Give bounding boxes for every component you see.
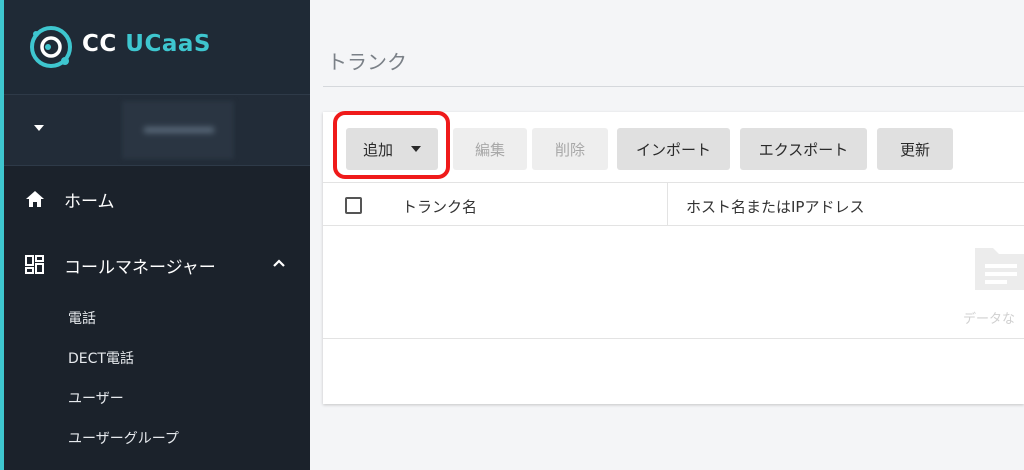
account-name-redacted	[122, 101, 234, 159]
nav-label-home: ホーム	[64, 192, 115, 212]
caret-down-icon[interactable]	[34, 125, 44, 131]
empty-state-text: データな	[963, 312, 1016, 327]
column-divider[interactable]	[667, 183, 668, 226]
logo-text: CC UCaaS	[82, 31, 211, 57]
chevron-up-icon[interactable]	[272, 256, 286, 270]
column-header-trunk-name[interactable]: トランク名	[402, 196, 477, 217]
page-title: トランク	[327, 50, 407, 74]
home-icon	[26, 191, 44, 207]
nav-label-call-manager: コールマネージャー	[64, 258, 216, 278]
sidebar-item-dect-phone[interactable]: DECT電話	[68, 348, 134, 368]
sidebar-item-users[interactable]: ユーザー	[68, 388, 124, 408]
import-button[interactable]: インポート	[617, 128, 730, 170]
select-all-checkbox[interactable]	[345, 197, 362, 214]
title-divider	[323, 86, 1024, 87]
nav-item-home[interactable]: ホーム	[4, 168, 310, 228]
nav-item-call-manager[interactable]: コールマネージャー	[4, 234, 310, 294]
sidebar: CC UCaaS ホーム コールマネージャー 電話 DECT電話 ユーザー ユー…	[0, 0, 310, 470]
account-switcher[interactable]	[4, 94, 310, 166]
trunk-panel: 追加 編集 削除 インポート エクスポート 更新 トランク名 ホスト名またはIP…	[323, 111, 1024, 404]
logo-area: CC UCaaS	[4, 0, 310, 94]
export-button[interactable]: エクスポート	[740, 128, 867, 170]
refresh-button[interactable]: 更新	[877, 128, 953, 170]
column-header-host[interactable]: ホスト名またはIPアドレス	[686, 196, 864, 217]
edit-button[interactable]: 編集	[453, 128, 527, 170]
sidebar-item-phone[interactable]: 電話	[68, 308, 96, 328]
add-button[interactable]: 追加	[346, 128, 438, 170]
caret-down-icon	[411, 146, 421, 152]
logo-icon	[30, 26, 72, 68]
empty-folder-icon	[975, 248, 1024, 290]
delete-button[interactable]: 削除	[532, 128, 608, 170]
add-button-label: 追加	[362, 140, 393, 159]
main-content: トランク 追加 編集 削除 インポート エクスポート 更新 トランク名 ホスト名…	[310, 0, 1024, 470]
table-header: トランク名 ホスト名またはIPアドレス	[323, 182, 1024, 226]
sidebar-item-user-groups[interactable]: ユーザーグループ	[68, 428, 179, 448]
dashboard-icon	[25, 255, 44, 274]
table-footer-divider	[323, 338, 1024, 339]
